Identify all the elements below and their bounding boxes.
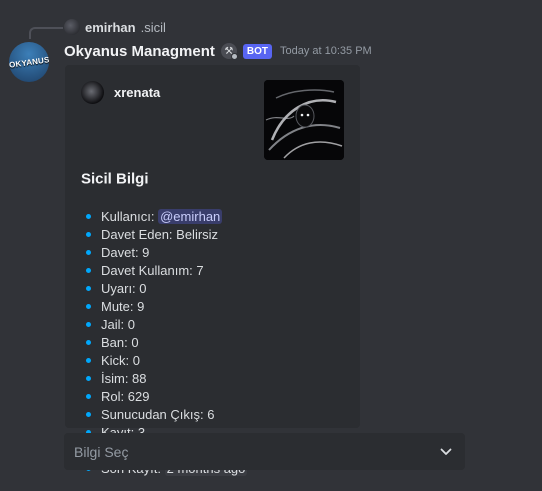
embed-field-row: Sunucudan Çıkış: 6	[81, 405, 247, 423]
embed-card: xrenata Sicil Bilgi Kullanıcı: @emirhan D…	[65, 65, 360, 476]
field-label: Jail: 0	[101, 316, 135, 332]
bullet-icon	[86, 375, 91, 381]
reply-spine	[29, 27, 63, 39]
embed-field-row: Davet Eden: Belirsiz	[81, 225, 247, 243]
embed-field-row: İsim: 88	[81, 369, 247, 387]
message-header: Okyanus Managment ⚒ BOT Today at 10:35 P…	[64, 40, 372, 62]
select-placeholder: Bilgi Seç	[74, 443, 129, 460]
embed-thumbnail[interactable]	[264, 80, 344, 160]
bullet-icon	[86, 285, 91, 291]
embed-field-row: Jail: 0	[81, 315, 247, 333]
embed-title: Sicil Bilgi	[81, 170, 149, 188]
field-label: Davet Kullanım: 7	[101, 262, 204, 278]
bullet-icon	[86, 213, 91, 219]
user-mention[interactable]: @emirhan	[158, 208, 223, 224]
bullet-icon	[86, 249, 91, 255]
embed-field-row: Kullanıcı: @emirhan	[81, 207, 247, 225]
bullet-icon	[86, 393, 91, 399]
author-avatar	[81, 80, 104, 104]
bullet-icon	[86, 267, 91, 273]
embed-field-row: Davet Kullanım: 7	[81, 261, 247, 279]
bullet-icon	[86, 321, 91, 327]
field-label: Sunucudan Çıkış: 6	[101, 406, 215, 422]
embed-field-row: Davet: 9	[81, 243, 247, 261]
field-label: Kullanıcı:	[101, 208, 155, 224]
embed-field-row: Uyarı: 0	[81, 279, 247, 297]
bullet-icon	[86, 231, 91, 237]
embed-field-row: Ban: 0	[81, 333, 247, 351]
chevron-down-icon	[440, 448, 452, 455]
embed-field-row: Rol: 629	[81, 387, 247, 405]
field-label: Mute: 9	[101, 298, 145, 314]
reply-username[interactable]: emirhan	[85, 20, 136, 35]
embed-field-row: Kick: 0	[81, 351, 247, 369]
thumbnail-image	[264, 80, 344, 160]
bullet-icon	[86, 339, 91, 345]
field-label: İsim: 88	[101, 370, 147, 386]
field-label: Davet: 9	[101, 244, 150, 260]
message-timestamp[interactable]: Today at 10:35 PM	[280, 45, 372, 57]
info-select-menu[interactable]: Bilgi Seç	[64, 433, 465, 470]
embed-author: xrenata	[81, 80, 160, 104]
hammer-pick-icon: ⚒	[220, 43, 238, 60]
field-label: Kick: 0	[101, 352, 141, 368]
bot-username[interactable]: Okyanus Managment	[64, 43, 215, 60]
field-label: Ban: 0	[101, 334, 139, 350]
bot-avatar[interactable]: OKYANUS	[9, 42, 49, 82]
field-label: Davet Eden: Belirsiz	[101, 226, 219, 242]
embed-author-name: xrenata	[114, 84, 161, 100]
bot-tag: BOT	[242, 43, 272, 59]
reply-preview[interactable]: emirhan .sicil	[64, 18, 166, 36]
embed-field-row: Mute: 9	[81, 297, 247, 315]
avatar-logo-text: OKYANUS	[9, 54, 49, 70]
reply-text[interactable]: .sicil	[141, 20, 166, 35]
bullet-icon	[86, 411, 91, 417]
bullet-icon	[86, 303, 91, 309]
reply-avatar[interactable]	[64, 19, 80, 35]
field-label: Uyarı: 0	[101, 280, 147, 296]
field-label: Rol: 629	[101, 388, 150, 404]
bullet-icon	[86, 357, 91, 363]
